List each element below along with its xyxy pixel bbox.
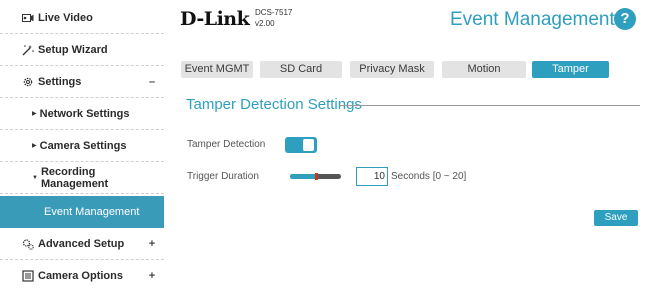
nav-advanced-setup[interactable]: Advanced Setup + <box>0 228 164 260</box>
nav-event-management-label: Event Management <box>44 206 140 218</box>
page-title: Event Management <box>450 9 615 30</box>
collapse-icon[interactable]: – <box>144 76 160 88</box>
list-icon <box>22 270 34 282</box>
nav-recording-management[interactable]: ▼ Recording Management <box>0 162 164 194</box>
nav-advanced-setup-label: Advanced Setup <box>38 237 125 250</box>
model-info: DCS-7517 v2.00 <box>255 7 292 29</box>
gear-icon <box>23 77 33 86</box>
nav-camera-options[interactable]: Camera Options + <box>0 260 164 291</box>
nav-network-settings[interactable]: ▶ Network Settings <box>0 98 164 130</box>
tamper-detection-label: Tamper Detection <box>187 139 266 150</box>
nav-live-video-label: Live Video <box>38 11 93 24</box>
model-name: DCS-7517 <box>255 8 293 17</box>
trigger-duration-slider[interactable] <box>290 173 341 180</box>
nav-camera-settings[interactable]: ▶ Camera Settings <box>0 130 164 162</box>
nav-setup-wizard[interactable]: Setup Wizard <box>0 34 164 66</box>
nav-camera-options-label: Camera Options <box>38 270 123 282</box>
caret-down-icon: ▼ <box>32 174 38 181</box>
help-button[interactable]: ? <box>614 8 636 30</box>
nav-recording-management-label: Recording Management <box>40 165 109 190</box>
toggle-knob <box>303 139 314 151</box>
tab-tamper[interactable]: Tamper <box>532 61 609 78</box>
tamper-detection-toggle[interactable] <box>285 137 317 153</box>
tab-event-mgmt[interactable]: Event MGMT <box>181 61 253 78</box>
tab-sd-card[interactable]: SD Card <box>260 61 342 78</box>
expand-icon[interactable]: + <box>144 270 160 282</box>
expand-icon[interactable]: + <box>144 238 160 250</box>
slider-fill <box>290 174 316 179</box>
video-icon <box>22 13 34 22</box>
caret-right-icon: ▶ <box>32 111 37 117</box>
firmware-version: v2.00 <box>255 19 275 28</box>
caret-right-icon: ▶ <box>32 143 37 149</box>
nav-live-video[interactable]: Live Video <box>0 2 164 34</box>
tab-motion[interactable]: Motion <box>442 61 526 78</box>
nav-settings-label: Settings <box>38 75 82 88</box>
slider-handle[interactable] <box>315 173 318 180</box>
section-divider <box>340 105 640 106</box>
section-title: Tamper Detection Settings <box>186 96 362 113</box>
save-button[interactable]: Save <box>594 210 638 226</box>
nav-setup-wizard-label: Setup Wizard <box>38 43 108 56</box>
sidebar: Live Video Setup Wizard Settings – ▶ Net… <box>0 0 164 291</box>
advanced-gear-icon <box>22 238 34 250</box>
trigger-duration-hint: Seconds [0 ~ 20] <box>391 171 467 182</box>
nav-settings[interactable]: Settings – <box>0 66 164 98</box>
wand-icon <box>22 44 34 55</box>
dlink-logo: D-Link <box>180 8 250 30</box>
nav-network-settings-label: Network Settings <box>39 107 130 120</box>
nav-camera-settings-label: Camera Settings <box>39 139 127 152</box>
trigger-duration-input[interactable]: 10 <box>356 167 388 186</box>
tab-privacy-mask[interactable]: Privacy Mask <box>350 61 434 78</box>
trigger-duration-label: Trigger Duration <box>187 171 259 182</box>
nav-event-management[interactable]: Event Management <box>0 196 164 228</box>
